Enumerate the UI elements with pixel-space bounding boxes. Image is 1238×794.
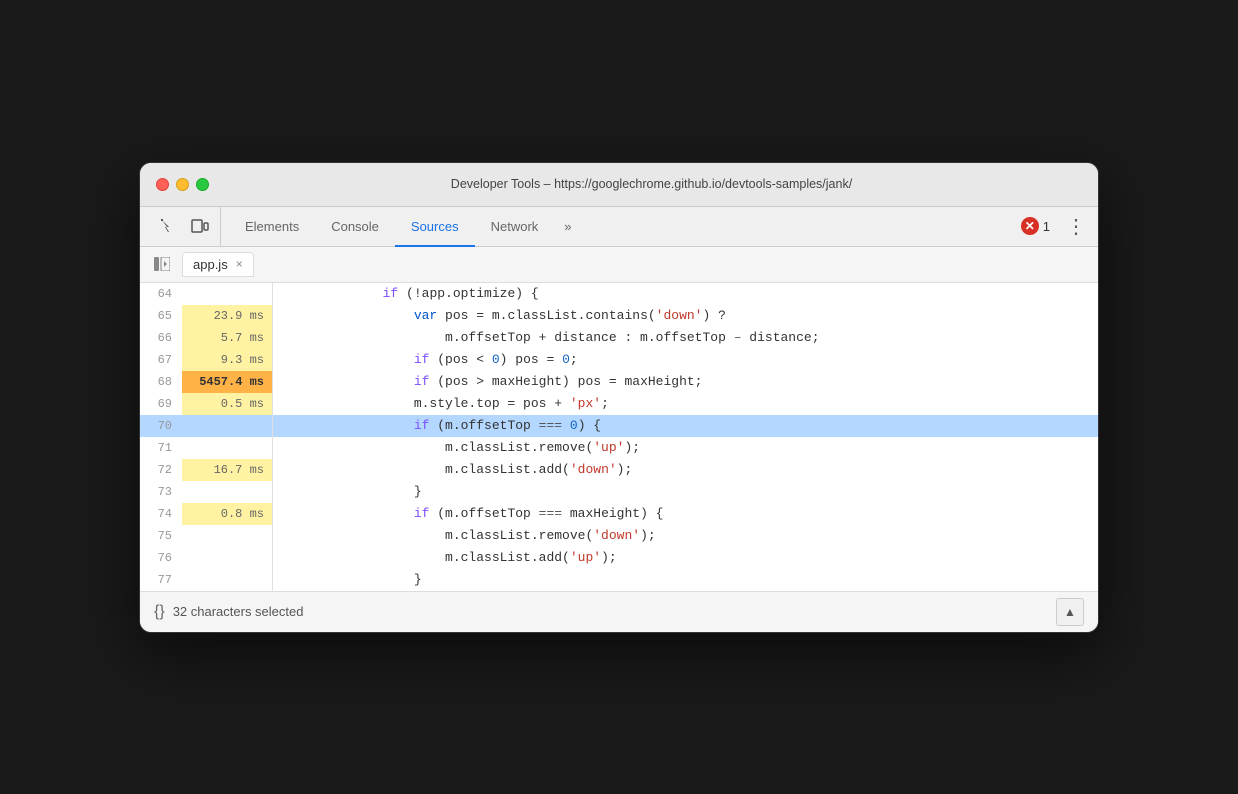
code-line-75: 75 m.classList.remove('down'); xyxy=(140,525,1098,547)
line-number: 69 xyxy=(140,393,182,415)
traffic-lights xyxy=(156,178,209,191)
timing-75 xyxy=(182,525,272,547)
file-tab-appjs[interactable]: app.js × xyxy=(182,252,254,277)
code-text-66: m.offsetTop + distance : m.offsetTop – d… xyxy=(273,327,1098,349)
code-text-64: if (!app.optimize) { xyxy=(273,283,1098,305)
tab-network[interactable]: Network xyxy=(475,208,555,247)
code-line-67: 67 9.3 ms if (pos < 0) pos = 0; xyxy=(140,349,1098,371)
code-text-65: var pos = m.classList.contains('down') ? xyxy=(273,305,1098,327)
error-count-button[interactable]: ✕ 1 xyxy=(1015,213,1056,239)
code-text-67: if (pos < 0) pos = 0; xyxy=(273,349,1098,371)
toolbar-icons xyxy=(148,207,221,246)
close-button[interactable] xyxy=(156,178,169,191)
timing-64 xyxy=(182,283,272,305)
more-tabs-button[interactable]: » xyxy=(554,207,581,246)
code-line-74: 74 0.8 ms if (m.offsetTop === maxHeight)… xyxy=(140,503,1098,525)
timing-67: 9.3 ms xyxy=(182,349,272,371)
tab-console[interactable]: Console xyxy=(315,208,395,247)
tab-elements[interactable]: Elements xyxy=(229,208,315,247)
status-bar: {} 32 characters selected ▲ xyxy=(140,591,1098,632)
code-text-77: } xyxy=(273,569,1098,591)
scroll-up-button[interactable]: ▲ xyxy=(1056,598,1084,626)
code-text-70: if (m.offsetTop === 0) { xyxy=(273,415,1098,437)
line-number: 72 xyxy=(140,459,182,481)
error-icon: ✕ xyxy=(1021,217,1039,235)
line-number: 66 xyxy=(140,327,182,349)
maximize-button[interactable] xyxy=(196,178,209,191)
timing-65: 23.9 ms xyxy=(182,305,272,327)
file-bar: app.js × xyxy=(140,247,1098,283)
code-text-71: m.classList.remove('up'); xyxy=(273,437,1098,459)
line-number: 70 xyxy=(140,415,182,437)
timing-77 xyxy=(182,569,272,591)
status-left: {} 32 characters selected xyxy=(154,603,303,621)
tab-sources[interactable]: Sources xyxy=(395,208,475,247)
timing-74: 0.8 ms xyxy=(182,503,272,525)
code-line-76: 76 m.classList.add('up'); xyxy=(140,547,1098,569)
code-text-74: if (m.offsetTop === maxHeight) { xyxy=(273,503,1098,525)
tab-bar-right: ✕ 1 ⋮ xyxy=(1007,207,1090,246)
minimize-button[interactable] xyxy=(176,178,189,191)
timing-70 xyxy=(182,415,272,437)
window-title: Developer Tools – https://googlechrome.g… xyxy=(221,177,1082,191)
line-number: 67 xyxy=(140,349,182,371)
code-text-72: m.classList.add('down'); xyxy=(273,459,1098,481)
line-number: 68 xyxy=(140,371,182,393)
code-line-69: 69 0.5 ms m.style.top = pos + 'px'; xyxy=(140,393,1098,415)
code-line-70: 70 if (m.offsetTop === 0) { xyxy=(140,415,1098,437)
sidebar-toggle-button[interactable] xyxy=(148,250,176,278)
code-line-65: 65 23.9 ms var pos = m.classList.contain… xyxy=(140,305,1098,327)
timing-72: 16.7 ms xyxy=(182,459,272,481)
timing-73 xyxy=(182,481,272,503)
timing-71 xyxy=(182,437,272,459)
file-tab-name: app.js xyxy=(193,257,228,272)
timing-69: 0.5 ms xyxy=(182,393,272,415)
line-number: 71 xyxy=(140,437,182,459)
code-line-68: 68 5457.4 ms if (pos > maxHeight) pos = … xyxy=(140,371,1098,393)
code-text-68: if (pos > maxHeight) pos = maxHeight; xyxy=(273,371,1098,393)
line-number: 65 xyxy=(140,305,182,327)
code-line-71: 71 m.classList.remove('up'); xyxy=(140,437,1098,459)
device-icon[interactable] xyxy=(186,212,214,240)
selection-status: 32 characters selected xyxy=(173,604,304,619)
line-number: 75 xyxy=(140,525,182,547)
devtools-menu-button[interactable]: ⋮ xyxy=(1062,212,1090,240)
code-text-69: m.style.top = pos + 'px'; xyxy=(273,393,1098,415)
timing-66: 5.7 ms xyxy=(182,327,272,349)
line-number: 77 xyxy=(140,569,182,591)
code-line-64: 64 if (!app.optimize) { xyxy=(140,283,1098,305)
code-line-73: 73 } xyxy=(140,481,1098,503)
line-number: 74 xyxy=(140,503,182,525)
line-number: 64 xyxy=(140,283,182,305)
code-line-66: 66 5.7 ms m.offsetTop + distance : m.off… xyxy=(140,327,1098,349)
code-text-73: } xyxy=(273,481,1098,503)
inspect-icon[interactable] xyxy=(154,212,182,240)
code-line-72: 72 16.7 ms m.classList.add('down'); xyxy=(140,459,1098,481)
code-text-75: m.classList.remove('down'); xyxy=(273,525,1098,547)
line-number: 76 xyxy=(140,547,182,569)
timing-68: 5457.4 ms xyxy=(182,371,272,393)
main-tabs: Elements Console Sources Network » xyxy=(229,207,1007,246)
code-lines: 64 if (!app.optimize) { 65 23.9 ms var p… xyxy=(140,283,1098,591)
title-bar: Developer Tools – https://googlechrome.g… xyxy=(140,163,1098,207)
line-number: 73 xyxy=(140,481,182,503)
code-text-76: m.classList.add('up'); xyxy=(273,547,1098,569)
format-icon[interactable]: {} xyxy=(154,603,165,621)
timing-76 xyxy=(182,547,272,569)
file-tab-close[interactable]: × xyxy=(236,257,243,271)
code-editor[interactable]: 64 if (!app.optimize) { 65 23.9 ms var p… xyxy=(140,283,1098,591)
code-line-77: 77 } xyxy=(140,569,1098,591)
devtools-window: Developer Tools – https://googlechrome.g… xyxy=(139,162,1099,633)
tab-bar: Elements Console Sources Network » ✕ 1 xyxy=(140,207,1098,247)
